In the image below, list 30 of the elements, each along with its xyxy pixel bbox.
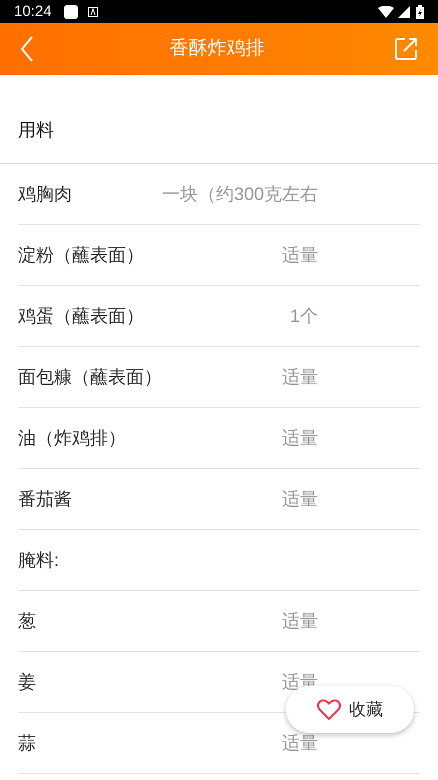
share-icon: [395, 38, 417, 60]
ingredient-amount: 适量: [282, 366, 318, 388]
notification-icon: [88, 6, 98, 16]
ingredient-amount: 适量: [282, 426, 318, 450]
notification-icon: [64, 4, 78, 18]
ingredient-name: 腌料:: [18, 548, 60, 572]
ingredient-name: 鸡蛋（蘸表面）: [18, 304, 144, 328]
ingredient-name: 蒜: [18, 732, 37, 754]
page-title: 香酥炸鸡排: [170, 36, 264, 61]
ingredient-amount: 适量: [282, 732, 318, 754]
ingredient-amount: 适量: [282, 610, 318, 632]
battery-icon: [416, 4, 424, 18]
ingredient-amount: 适量: [282, 488, 318, 510]
share-button[interactable]: [394, 37, 418, 61]
ingredient-amount: 一块（约300克左右: [162, 182, 318, 206]
ingredient-name: 淀粉（蘸表面）: [18, 244, 144, 266]
ingredient-amount: 1个: [290, 304, 318, 328]
heart-icon: [317, 698, 341, 720]
section-title: 用料: [18, 119, 54, 142]
ingredient-name: 面包糠（蘸表面）: [18, 366, 162, 388]
status-time: 10:24: [14, 4, 52, 19]
wifi-icon: [378, 6, 394, 18]
back-icon: [20, 36, 34, 62]
ingredient-name: 鸡胸肉: [18, 182, 73, 206]
ingredient-name: 番茄酱: [18, 488, 73, 510]
ingredient-name: 姜: [18, 670, 37, 694]
signal-icon: [398, 6, 410, 18]
ingredient-name: 葱: [18, 610, 37, 632]
ingredient-name: 油（炸鸡排）: [18, 426, 127, 450]
ingredient-amount: 适量: [282, 244, 318, 266]
